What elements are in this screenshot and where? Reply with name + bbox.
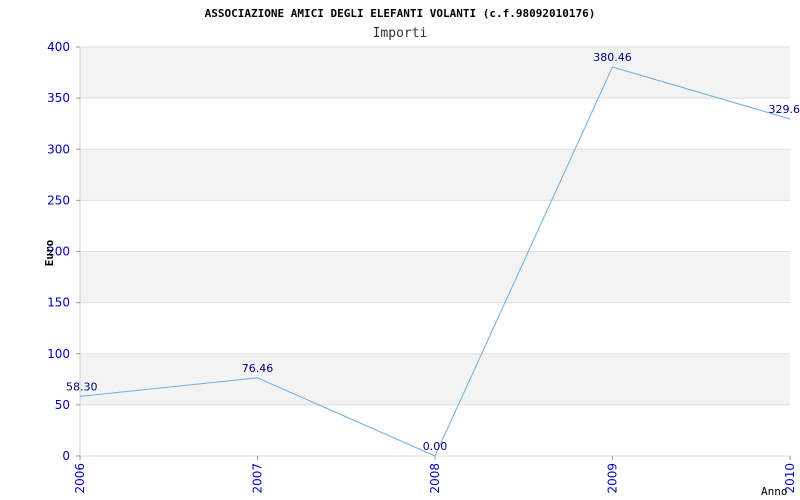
y-tick-label: 100 — [47, 347, 70, 361]
chart-subtitle: Importi — [373, 26, 428, 41]
data-label: 380.46 — [593, 51, 632, 64]
x-tick-label: 2009 — [606, 463, 620, 494]
y-tick-label: 150 — [47, 296, 70, 310]
x-tick-label: 2008 — [428, 463, 442, 494]
grid-band — [80, 149, 790, 201]
y-tick-label: 250 — [47, 193, 70, 207]
grid-band — [80, 302, 790, 354]
data-label: 58.30 — [66, 380, 98, 393]
y-tick-label: 0 — [62, 449, 70, 463]
data-label: 329.6 — [769, 103, 800, 116]
grid-band — [80, 353, 790, 405]
data-label: 76.46 — [242, 362, 274, 375]
x-axis-label: Anno — [761, 485, 788, 498]
y-tick-label: 300 — [47, 142, 70, 156]
data-label: 0.00 — [423, 440, 448, 453]
y-axis-label: Euro — [43, 239, 56, 266]
x-tick-label: 2007 — [251, 463, 265, 494]
y-tick-label: 350 — [47, 91, 70, 105]
y-tick-label: 400 — [47, 40, 70, 54]
grid-band — [80, 200, 790, 252]
chart-title: ASSOCIAZIONE AMICI DEGLI ELEFANTI VOLANT… — [205, 7, 596, 20]
x-axis-ticks: 2006 2007 2008 2009 2010 — [73, 456, 797, 494]
line-chart: 050100150200250300350400 2006 2007 2008 200… — [43, 7, 800, 498]
x-tick-label: 2006 — [73, 463, 87, 494]
grid-band — [80, 251, 790, 303]
grid-band — [80, 47, 790, 99]
y-tick-label: 50 — [55, 398, 70, 412]
grid-band — [80, 98, 790, 150]
